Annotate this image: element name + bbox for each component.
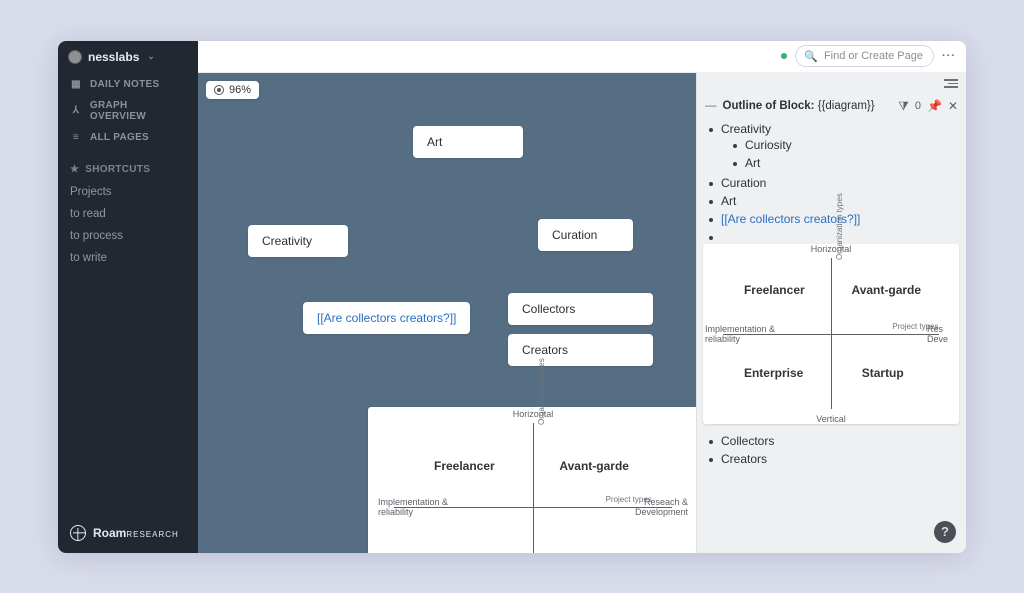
- topbar: 🔍 Find or Create Page ···: [198, 41, 966, 73]
- shortcut-to-read[interactable]: to read: [58, 203, 198, 225]
- outline-list-lower: Collectors Creators: [697, 432, 966, 474]
- brand-sub: RESEARCH: [126, 530, 178, 539]
- shortcut-projects[interactable]: Projects: [58, 181, 198, 203]
- panel-menu-icon[interactable]: [944, 79, 958, 87]
- right-panel: — Outline of Block: {{diagram}} ⧩ 0 📌 ✕ …: [696, 73, 966, 553]
- chart-y-axis: [533, 423, 534, 553]
- quadrant-tr: Avant-garde: [851, 283, 921, 297]
- outline-item[interactable]: Art: [707, 192, 956, 210]
- node-creators[interactable]: Creators: [508, 334, 653, 366]
- shortcuts-header: ★ SHORTCUTS: [58, 148, 198, 181]
- graph-icon: ⅄: [70, 105, 82, 116]
- node-art[interactable]: Art: [413, 126, 523, 158]
- axis-right-label: Reseach & Development: [598, 497, 688, 517]
- quadrant-chart[interactable]: Horizontal Organization types Project ty…: [368, 407, 696, 553]
- nav-label: DAILY NOTES: [90, 79, 159, 90]
- close-icon[interactable]: ✕: [948, 99, 958, 113]
- node-creativity[interactable]: Creativity: [248, 225, 348, 257]
- nav-all-pages[interactable]: ≡ ALL PAGES: [58, 127, 198, 148]
- help-button[interactable]: ?: [934, 521, 956, 543]
- brand-name: Roam: [93, 526, 126, 540]
- outline-item-empty[interactable]: [707, 228, 956, 232]
- filter-count: 0: [915, 100, 921, 112]
- outline-item[interactable]: Creativity Curiosity Art: [707, 120, 956, 174]
- more-menu-button[interactable]: ···: [942, 50, 956, 62]
- nav-daily-notes[interactable]: ▦ DAILY NOTES: [58, 74, 198, 95]
- workspace-name: nesslabs: [88, 50, 139, 64]
- left-sidebar: nesslabs ⌄ ▦ DAILY NOTES ⅄ GRAPH OVERVIE…: [58, 41, 198, 553]
- zoom-indicator[interactable]: 96%: [206, 81, 259, 99]
- main-area: 🔍 Find or Create Page ··· 96% Art Creati…: [198, 41, 966, 553]
- axis-left-label: Implementation & reliability: [705, 324, 793, 344]
- quadrant-tl: Freelancer: [434, 459, 495, 473]
- outline-item[interactable]: Curiosity: [731, 136, 956, 154]
- diagram-canvas[interactable]: 96% Art Creativity Curation Are collecto…: [198, 73, 696, 553]
- quadrant-tr: Avant-garde: [559, 459, 629, 473]
- panel-title-prefix: Outline of Block:: [723, 100, 815, 112]
- outline-item-link[interactable]: [[Are collectors creators?]]: [707, 210, 956, 228]
- pin-icon[interactable]: 📌: [927, 99, 942, 113]
- shortcuts-label: SHORTCUTS: [85, 164, 150, 175]
- filter-icon[interactable]: ⧩: [898, 99, 909, 114]
- panel-quadrant-chart[interactable]: Horizontal Vertical Organization types P…: [703, 244, 959, 424]
- shortcut-to-write[interactable]: to write: [58, 247, 198, 269]
- outline-item[interactable]: Art: [731, 154, 956, 172]
- quadrant-bl: Enterprise: [744, 366, 803, 380]
- node-collectors[interactable]: Collectors: [508, 293, 653, 325]
- panel-toolbar: [697, 73, 966, 95]
- node-question-link[interactable]: Are collectors creators?: [303, 302, 470, 334]
- nav-graph-overview[interactable]: ⅄ GRAPH OVERVIEW: [58, 95, 198, 127]
- quadrant-tl: Freelancer: [744, 283, 805, 297]
- collapse-icon[interactable]: —: [705, 100, 717, 112]
- chart-y-axis: [831, 258, 832, 409]
- quadrant-br: Startup: [862, 366, 904, 380]
- brand-footer: RoamRESEARCH: [58, 515, 198, 553]
- shortcut-to-process[interactable]: to process: [58, 225, 198, 247]
- star-icon: ★: [70, 164, 79, 175]
- panel-title-value: {{diagram}}: [818, 100, 875, 112]
- list-icon: ≡: [70, 132, 82, 143]
- outline-item[interactable]: Creators: [707, 450, 956, 468]
- axis-v-caption: Organization types: [835, 193, 844, 260]
- search-placeholder: Find or Create Page: [824, 50, 923, 62]
- chevron-down-icon: ⌄: [147, 51, 155, 62]
- outline-list: Creativity Curiosity Art Curation Art [[…: [697, 120, 966, 238]
- axis-top-label: Horizontal: [513, 409, 554, 419]
- nav-label: GRAPH OVERVIEW: [90, 100, 186, 122]
- zoom-value: 96%: [229, 84, 251, 96]
- axis-right-label-cut: Res Deve: [927, 324, 959, 344]
- search-input[interactable]: 🔍 Find or Create Page: [795, 45, 934, 67]
- axis-v-caption: Organization types: [537, 358, 546, 425]
- outline-item[interactable]: Curation: [707, 174, 956, 192]
- target-icon: [214, 85, 224, 95]
- workspace-avatar-icon: [68, 50, 82, 64]
- axis-top-label: Horizontal: [811, 244, 852, 254]
- content-row: 96% Art Creativity Curation Are collecto…: [198, 73, 966, 553]
- search-icon: 🔍: [804, 50, 818, 63]
- nav-label: ALL PAGES: [90, 132, 149, 143]
- roam-logo-icon: [70, 525, 86, 541]
- app-window: nesslabs ⌄ ▦ DAILY NOTES ⅄ GRAPH OVERVIE…: [58, 41, 966, 553]
- axis-bottom-label: Vertical: [816, 414, 846, 424]
- calendar-icon: ▦: [70, 79, 82, 90]
- sync-status-icon: [781, 53, 787, 59]
- node-curation[interactable]: Curation: [538, 219, 633, 251]
- workspace-switcher[interactable]: nesslabs ⌄: [58, 41, 198, 74]
- panel-header: — Outline of Block: {{diagram}} ⧩ 0 📌 ✕: [697, 95, 966, 120]
- axis-left-label: Implementation & reliability: [378, 497, 468, 517]
- outline-item[interactable]: Collectors: [707, 432, 956, 450]
